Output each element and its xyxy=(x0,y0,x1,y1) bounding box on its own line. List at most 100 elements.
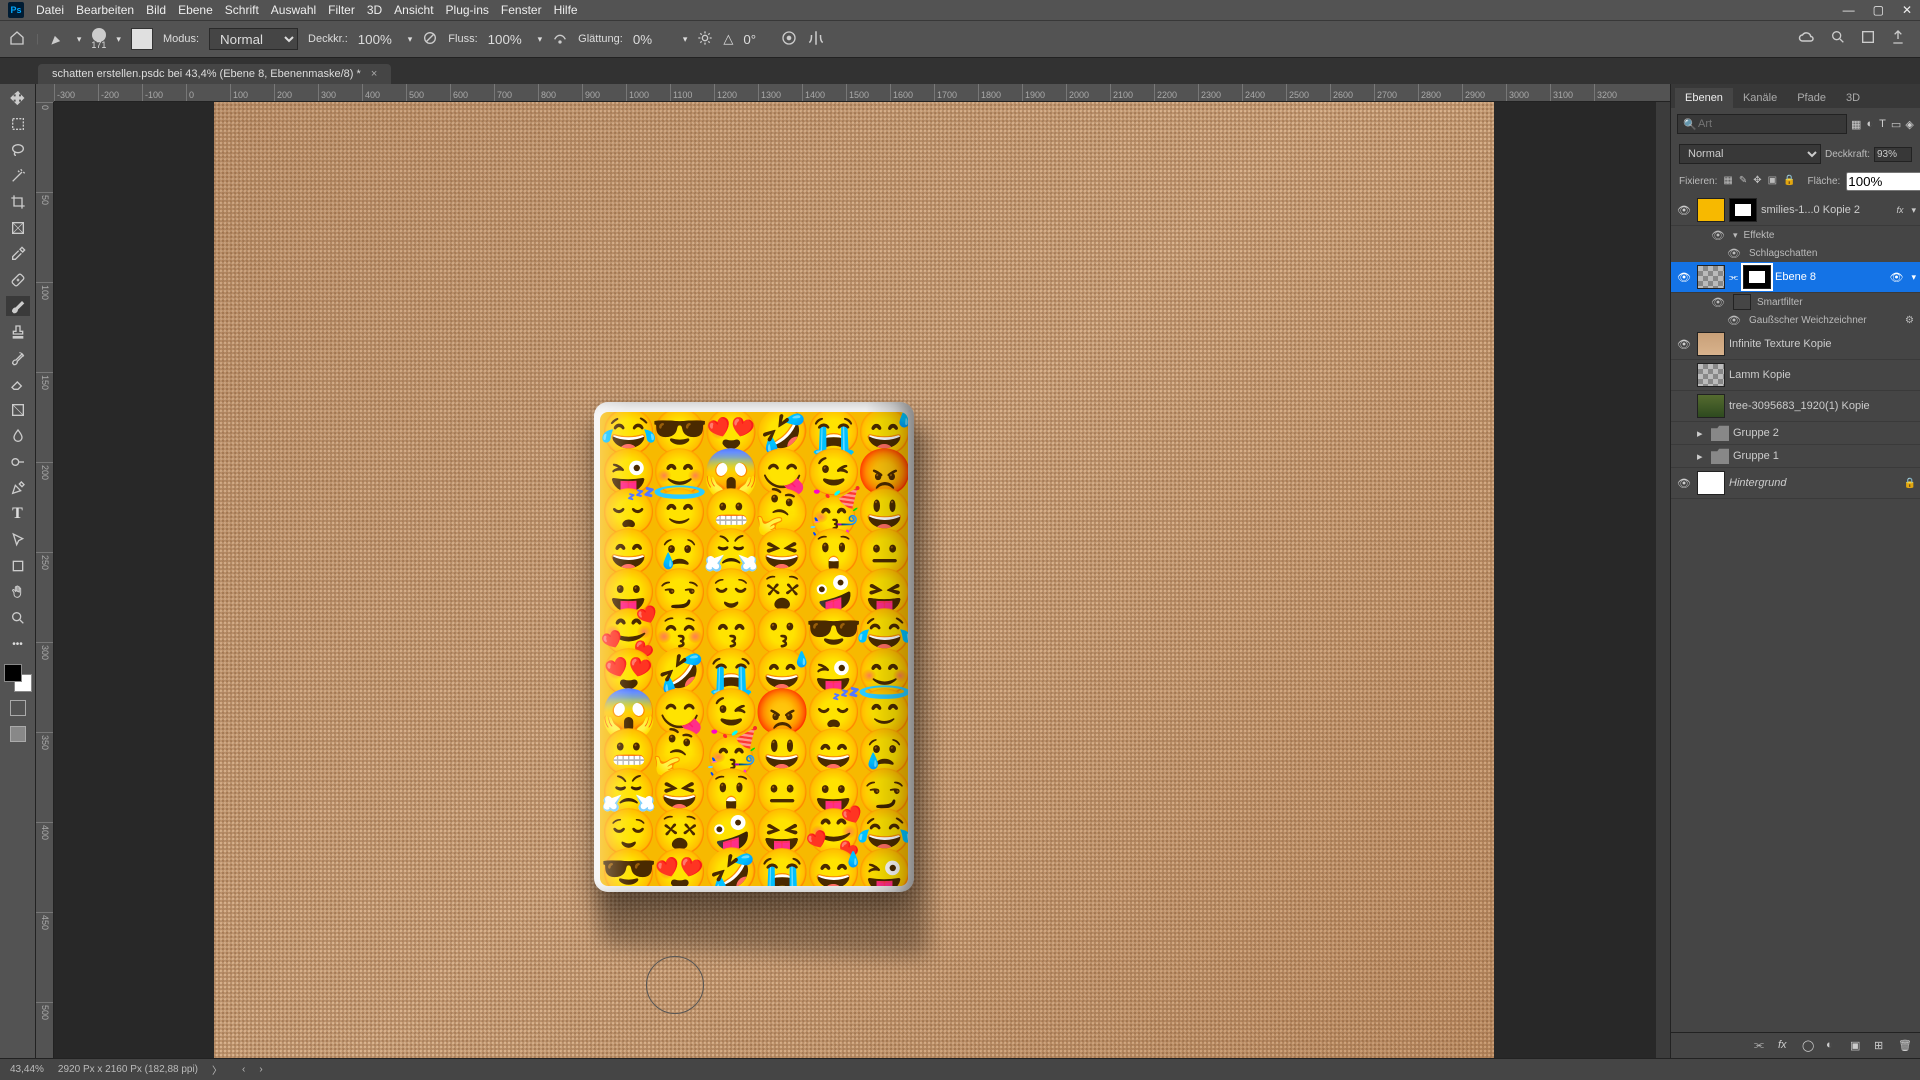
home-icon[interactable] xyxy=(8,30,26,49)
menu-filter[interactable]: Filter xyxy=(328,3,355,17)
chevron-right-icon[interactable]: ▸ xyxy=(1697,427,1707,440)
hand-tool[interactable] xyxy=(6,582,30,602)
dodge-tool[interactable] xyxy=(6,452,30,472)
layer-name[interactable]: smilies-1...0 Kopie 2 xyxy=(1761,204,1892,216)
share-icon[interactable] xyxy=(1890,29,1906,50)
layer-thumbnail[interactable] xyxy=(1697,363,1725,387)
lock-pixels-icon[interactable]: ✎ xyxy=(1739,175,1747,189)
tool-preset-icon[interactable] xyxy=(49,29,67,50)
symmetry-icon[interactable] xyxy=(807,29,825,50)
wand-tool[interactable] xyxy=(6,166,30,186)
filter-adjust-icon[interactable]: ◐ xyxy=(1865,116,1874,132)
menu-bild[interactable]: Bild xyxy=(146,3,166,17)
layer-row[interactable]: 👁▸Gruppe 1 xyxy=(1671,445,1920,468)
filter-type-icon[interactable]: T xyxy=(1878,116,1887,132)
heal-tool[interactable] xyxy=(6,270,30,290)
status-prev[interactable]: ‹ xyxy=(242,1064,245,1075)
layer-name[interactable]: Ebene 8 xyxy=(1775,271,1886,283)
angle-icon[interactable]: △ xyxy=(723,31,733,47)
visibility-toggle[interactable]: 👁 xyxy=(1675,338,1693,351)
smoothing-gear-icon[interactable] xyxy=(697,30,713,49)
layer-filter-input[interactable] xyxy=(1677,114,1847,134)
trash-icon[interactable]: 🗑 xyxy=(1898,1039,1912,1053)
brush-panel-icon[interactable] xyxy=(131,28,153,50)
status-next[interactable]: › xyxy=(259,1064,262,1075)
filter-shape-icon[interactable]: ▭ xyxy=(1891,116,1901,132)
layer-row[interactable]: 👁⫘Ebene 8👁▾ xyxy=(1671,262,1920,293)
pressure-opacity-icon[interactable] xyxy=(422,30,438,49)
new-layer-icon[interactable]: ⊞ xyxy=(1874,1039,1888,1053)
layer-effect[interactable]: 👁▾Effekte xyxy=(1671,226,1920,244)
search-icon[interactable] xyxy=(1830,29,1846,50)
quickmask-tool[interactable] xyxy=(6,698,30,718)
visibility-toggle[interactable]: 👁 xyxy=(1709,229,1727,242)
move-tool[interactable] xyxy=(6,88,30,108)
adjustment-icon[interactable]: ◐ xyxy=(1826,1039,1840,1053)
layer-name[interactable]: Hintergrund xyxy=(1729,477,1900,489)
foreground-color[interactable] xyxy=(4,664,22,682)
menu-schrift[interactable]: Schrift xyxy=(225,3,259,17)
smoothing-input[interactable] xyxy=(633,32,673,47)
link-layers-icon[interactable]: ⫘ xyxy=(1754,1039,1768,1053)
fill-input[interactable] xyxy=(1846,172,1920,191)
zoom-tool[interactable] xyxy=(6,608,30,628)
lock-artboard-icon[interactable]: ▣ xyxy=(1768,175,1777,189)
layer-effect[interactable]: 👁Schlagschatten xyxy=(1671,244,1920,262)
layer-effect[interactable]: 👁Gaußscher Weichzeichner⚙ xyxy=(1671,311,1920,329)
fx-badge[interactable]: fx xyxy=(1896,205,1907,215)
menu-auswahl[interactable]: Auswahl xyxy=(271,3,316,17)
layer-row[interactable]: 👁▸Gruppe 2 xyxy=(1671,422,1920,445)
frame-tool[interactable] xyxy=(6,218,30,238)
pen-tool[interactable] xyxy=(6,478,30,498)
layer-blend-mode[interactable]: Normal xyxy=(1679,144,1821,164)
layer-name[interactable]: tree-3095683_1920(1) Kopie xyxy=(1729,400,1916,412)
menu-3d[interactable]: 3D xyxy=(367,3,382,17)
visibility-toggle[interactable]: 👁 xyxy=(1725,314,1743,327)
gradient-tool[interactable] xyxy=(6,400,30,420)
visibility-toggle[interactable]: 👁 xyxy=(1675,204,1693,217)
lock-all-icon[interactable]: 🔒 xyxy=(1783,175,1795,189)
layer-thumbnail[interactable] xyxy=(1697,471,1725,495)
chevron-right-icon[interactable]: ▸ xyxy=(1697,450,1707,463)
layer-thumbnail[interactable] xyxy=(1697,394,1725,418)
document-tab[interactable]: schatten erstellen.psdc bei 43,4% (Ebene… xyxy=(38,64,391,84)
filter-smart-icon[interactable]: ◈ xyxy=(1905,116,1914,132)
stamp-tool[interactable] xyxy=(6,322,30,342)
layer-name[interactable]: Lamm Kopie xyxy=(1729,369,1916,381)
layer-row[interactable]: 👁Hintergrund🔒 xyxy=(1671,468,1920,499)
status-arrow[interactable]: 〉 xyxy=(212,1062,222,1077)
opacity-input[interactable] xyxy=(358,32,398,47)
menu-ebene[interactable]: Ebene xyxy=(178,3,213,17)
visibility-toggle[interactable]: 👁 xyxy=(1709,296,1727,309)
visibility-toggle[interactable]: 👁 xyxy=(1725,247,1743,260)
vertical-scrollbar[interactable] xyxy=(1656,102,1670,1058)
layer-row[interactable]: 👁tree-3095683_1920(1) Kopie xyxy=(1671,391,1920,422)
cloud-icon[interactable] xyxy=(1798,29,1816,50)
lock-position-icon[interactable]: ✥ xyxy=(1753,175,1761,189)
lasso-tool[interactable] xyxy=(6,140,30,160)
layer-row[interactable]: 👁smilies-1...0 Kopie 2fx▾ xyxy=(1671,195,1920,226)
visibility-toggle[interactable]: 👁 xyxy=(1675,271,1693,284)
close-tab-icon[interactable]: × xyxy=(371,68,377,80)
crop-tool[interactable] xyxy=(6,192,30,212)
visibility-toggle[interactable]: 👁 xyxy=(1675,477,1693,490)
minimize-button[interactable]: — xyxy=(1843,3,1855,17)
doc-dimensions[interactable]: 2920 Px x 2160 Px (182,88 ppi) xyxy=(58,1064,198,1075)
zoom-level[interactable]: 43,44% xyxy=(10,1064,44,1075)
brush-preview[interactable]: 171 xyxy=(91,28,106,50)
eyedropper-tool[interactable] xyxy=(6,244,30,264)
pressure-size-icon[interactable] xyxy=(781,30,797,49)
menu-plug-ins[interactable]: Plug-ins xyxy=(446,3,489,17)
close-button[interactable]: ✕ xyxy=(1902,3,1912,17)
group-icon[interactable]: ▣ xyxy=(1850,1039,1864,1053)
menu-ansicht[interactable]: Ansicht xyxy=(394,3,433,17)
shape-tool[interactable] xyxy=(6,556,30,576)
path-select-tool[interactable] xyxy=(6,530,30,550)
fx-icon[interactable]: fx xyxy=(1778,1039,1792,1053)
angle-input[interactable] xyxy=(743,32,771,47)
color-swatches[interactable] xyxy=(4,664,32,692)
blend-mode-select[interactable]: Normal xyxy=(209,28,298,50)
filter-image-icon[interactable]: ▦ xyxy=(1851,116,1861,132)
marquee-tool[interactable] xyxy=(6,114,30,134)
mask-icon[interactable]: ◯ xyxy=(1802,1039,1816,1053)
